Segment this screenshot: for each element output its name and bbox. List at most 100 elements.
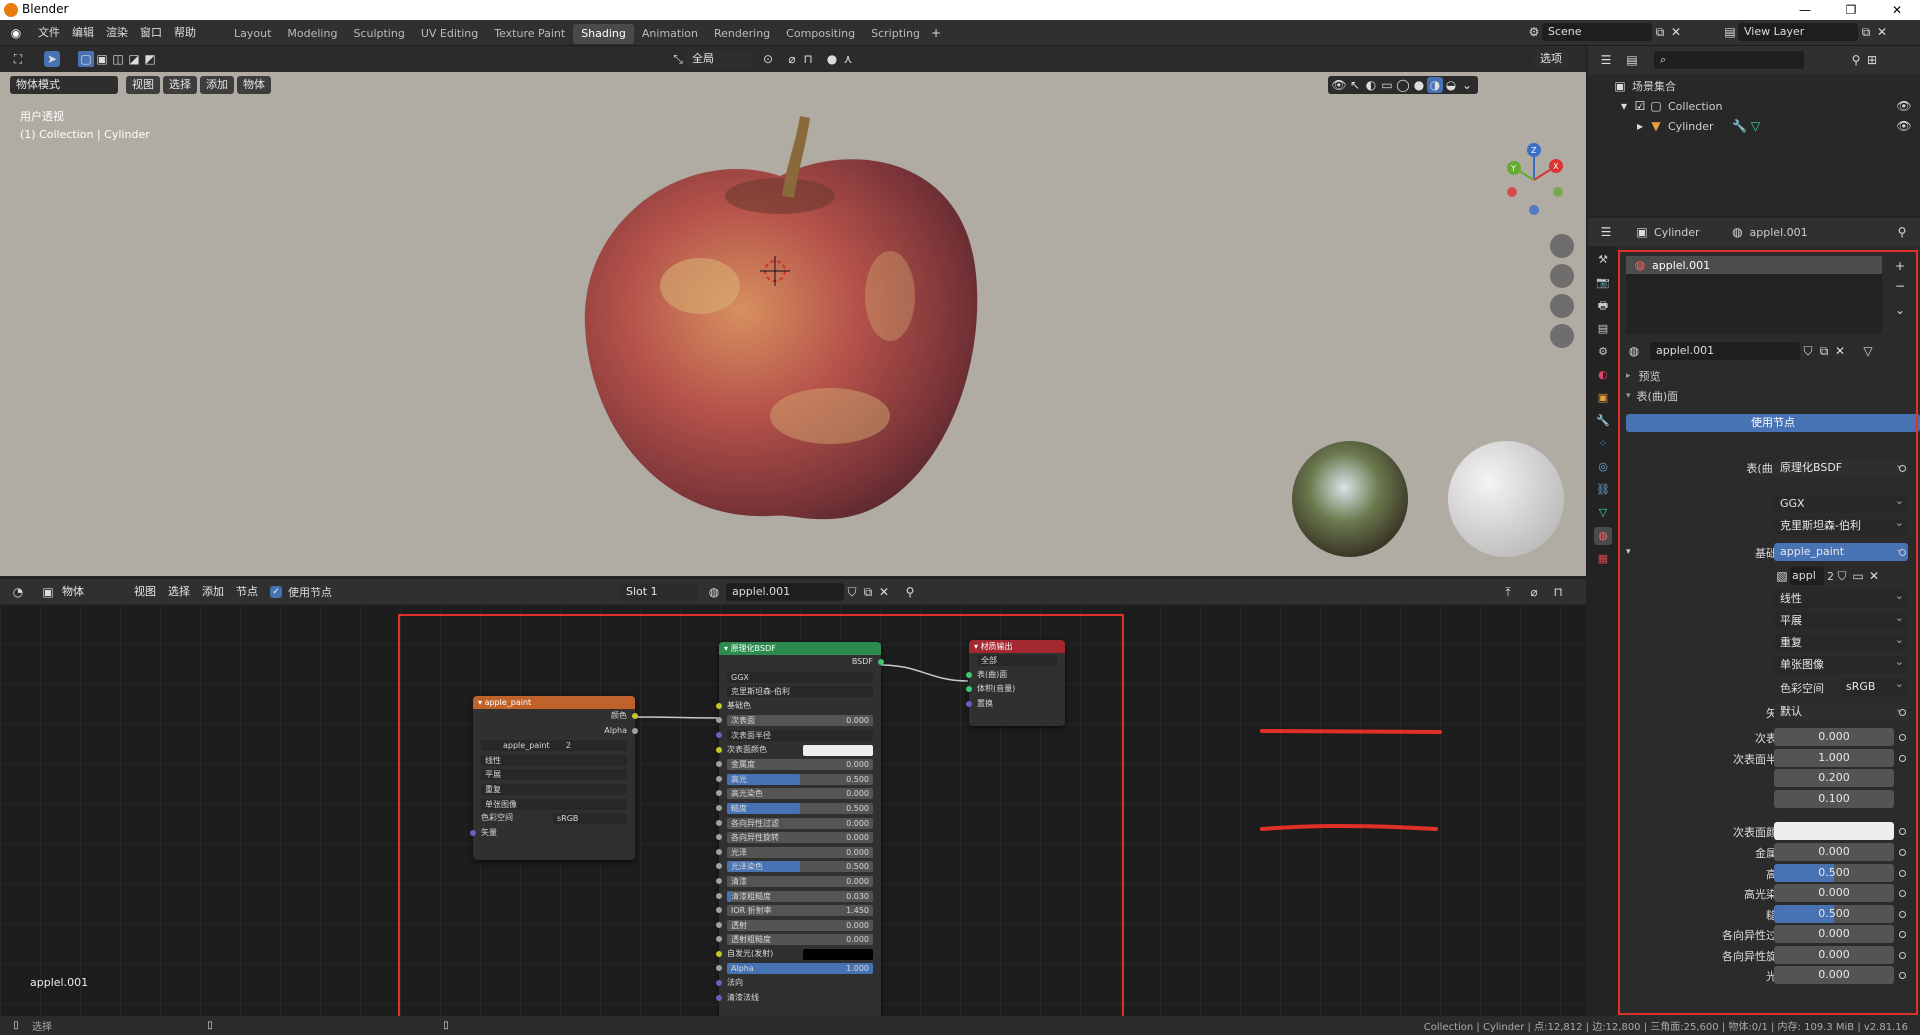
tool-tab-icon[interactable]: ⚒ xyxy=(1594,251,1612,269)
collection-visibility-icon[interactable]: 👁 xyxy=(1896,98,1912,114)
slot-dropdown[interactable]: Slot 1 xyxy=(620,583,698,601)
render-tab-icon[interactable]: 📷 xyxy=(1594,274,1612,292)
zoom-icon[interactable] xyxy=(1550,234,1574,258)
view-layer-tab-icon[interactable]: ▤ xyxy=(1594,320,1612,338)
select-mode-subtract-icon[interactable]: ◫ xyxy=(110,51,126,67)
world-tab-icon[interactable]: ◐ xyxy=(1594,366,1612,384)
rendered-shading-icon[interactable]: ◒ xyxy=(1443,77,1459,93)
node-editor-canvas[interactable]: ▾ apple_paint 颜色 Alpha apple_paint 2 线性 … xyxy=(0,604,1586,1034)
expand-arrow-icon[interactable]: ▾ xyxy=(1616,98,1632,114)
scene-selector[interactable]: ⚙ Scene ⧉ ✕ xyxy=(1526,23,1684,41)
tab-texture-paint[interactable]: Texture Paint xyxy=(486,24,573,44)
viewport-menu-add[interactable]: 添加 xyxy=(200,76,234,94)
node-menu-view[interactable]: 视图 xyxy=(128,583,162,601)
select-mode-extend-icon[interactable]: ▣ xyxy=(94,51,110,67)
node-menu-select[interactable]: 选择 xyxy=(162,583,196,601)
material-name-field[interactable]: applel.001 xyxy=(726,583,844,601)
outliner-object-row[interactable]: ▸ ▼ Cylinder 🔧 ▽ 👁 xyxy=(1632,118,1912,134)
exclude-checkbox[interactable]: ☑ xyxy=(1632,98,1648,114)
node-menu-node[interactable]: 节点 xyxy=(230,583,264,601)
tab-shading[interactable]: Shading xyxy=(573,24,634,44)
unlink-material-icon[interactable]: ✕ xyxy=(876,584,892,600)
blender-menu-icon[interactable]: ◉ xyxy=(8,25,24,41)
snap-node-icon[interactable]: ⊓ xyxy=(1550,584,1566,600)
pin-icon[interactable]: ⚲ xyxy=(902,584,918,600)
tab-animation[interactable]: Animation xyxy=(634,24,706,44)
shading-options-icon[interactable]: ⌄ xyxy=(1459,77,1475,93)
gizmo-toggle-icon[interactable]: ↖ xyxy=(1347,77,1363,93)
outliner-collection-row[interactable]: ▾ ☑ ▢ Collection 👁 xyxy=(1616,98,1912,114)
outliner-search-field[interactable]: ⌕ xyxy=(1654,51,1804,69)
add-workspace-icon[interactable]: + xyxy=(928,25,944,41)
delete-scene-icon[interactable]: ✕ xyxy=(1668,24,1684,40)
tab-compositing[interactable]: Compositing xyxy=(778,24,863,44)
tab-scripting[interactable]: Scripting xyxy=(863,24,928,44)
select-mode-new-icon[interactable]: ▢ xyxy=(78,51,94,67)
properties-editor-type-icon[interactable]: ☰ xyxy=(1598,224,1614,240)
select-tool-icon[interactable]: ➤ xyxy=(44,51,60,67)
orientation-dropdown[interactable]: 全局 xyxy=(686,50,752,68)
material-browse-icon[interactable]: ◍ xyxy=(706,584,722,600)
new-collection-icon[interactable]: ⊞ xyxy=(1864,52,1880,68)
view-layer-selector[interactable]: ▤ View Layer ⧉ ✕ xyxy=(1722,23,1890,41)
snapping-icon[interactable]: ⌀ xyxy=(1526,584,1542,600)
ortho-grid-icon[interactable] xyxy=(1550,324,1574,348)
object-expand-icon[interactable]: ▸ xyxy=(1632,118,1648,134)
visibility-icon[interactable]: 👁 xyxy=(1331,77,1347,93)
menu-help[interactable]: 帮助 xyxy=(168,20,202,46)
select-mode-intersect-icon[interactable]: ◩ xyxy=(142,51,158,67)
mode-dropdown[interactable]: 物体模式 xyxy=(10,76,118,94)
select-mode-invert-icon[interactable]: ◪ xyxy=(126,51,142,67)
tab-sculpting[interactable]: Sculpting xyxy=(345,24,412,44)
object-visibility-icon[interactable]: 👁 xyxy=(1896,118,1912,134)
parent-tree-icon[interactable]: ⤒ xyxy=(1500,584,1516,600)
solid-shading-icon[interactable]: ● xyxy=(1411,77,1427,93)
mesh-data-icon[interactable]: ▽ xyxy=(1748,118,1764,134)
editor-type-icon[interactable]: ⛶ xyxy=(10,51,26,67)
modifier-icon[interactable]: 🔧 xyxy=(1732,118,1748,134)
snap-icon[interactable]: ⌀ xyxy=(784,51,800,67)
properties-pin-icon[interactable]: ⚲ xyxy=(1894,224,1910,240)
maximize-button[interactable]: ❐ xyxy=(1828,0,1874,20)
options-dropdown[interactable]: 选项 xyxy=(1534,50,1568,68)
node-menu-add[interactable]: 添加 xyxy=(196,583,230,601)
tab-rendering[interactable]: Rendering xyxy=(706,24,778,44)
minimize-button[interactable]: — xyxy=(1782,0,1828,20)
physics-tab-icon[interactable]: ◎ xyxy=(1594,458,1612,476)
fake-user-icon[interactable]: ⛉ xyxy=(844,584,860,600)
pan-hand-icon[interactable] xyxy=(1550,264,1574,288)
particles-tab-icon[interactable]: ⁘ xyxy=(1594,435,1612,453)
object-tab-icon[interactable]: ▣ xyxy=(1594,389,1612,407)
viewport-3d[interactable]: Z X Y 用户透视 (1) Collection | Cylinder xyxy=(0,46,1586,576)
node-editor-type-icon[interactable]: ◔ xyxy=(10,584,26,600)
menu-render[interactable]: 渲染 xyxy=(100,20,134,46)
texture-tab-icon[interactable]: ▦ xyxy=(1594,550,1612,568)
wireframe-shading-icon[interactable]: ◯ xyxy=(1395,77,1411,93)
menu-file[interactable]: 文件 xyxy=(32,20,66,46)
delete-view-layer-icon[interactable]: ✕ xyxy=(1874,24,1890,40)
pivot-icon[interactable]: ⊙ xyxy=(760,51,776,67)
xray-icon[interactable]: ▭ xyxy=(1379,77,1395,93)
overlay-toggle-icon[interactable]: ◐ xyxy=(1363,77,1379,93)
view-layer-field[interactable]: View Layer xyxy=(1738,23,1858,41)
duplicate-material-icon[interactable]: ⧉ xyxy=(860,584,876,600)
snap-target-icon[interactable]: ⊓ xyxy=(800,51,816,67)
new-scene-icon[interactable]: ⧉ xyxy=(1652,24,1668,40)
viewport-menu-object[interactable]: 物体 xyxy=(237,76,271,94)
material-shading-icon[interactable]: ◑ xyxy=(1427,77,1443,93)
viewport-menu-select[interactable]: 选择 xyxy=(163,76,197,94)
output-tab-icon[interactable]: 🖶 xyxy=(1594,297,1612,315)
constraints-tab-icon[interactable]: ⛓ xyxy=(1594,481,1612,499)
transform-orientation[interactable]: ⤡ 全局 ⊙ ⌀ ⊓ ● ⋏ xyxy=(670,50,856,68)
filter-icon[interactable]: ⚲ xyxy=(1848,52,1864,68)
display-mode-icon[interactable]: ▤ xyxy=(1624,52,1640,68)
viewport-menu-view[interactable]: 视图 xyxy=(126,76,160,94)
tab-modeling[interactable]: Modeling xyxy=(279,24,345,44)
navigation-gizmo[interactable]: Z X Y xyxy=(1507,143,1563,215)
scene-tab-icon[interactable]: ⚙ xyxy=(1594,343,1612,361)
close-button[interactable]: ✕ xyxy=(1874,0,1920,20)
falloff-icon[interactable]: ⋏ xyxy=(840,51,856,67)
data-tab-icon[interactable]: ▽ xyxy=(1594,504,1612,522)
tab-uv-editing[interactable]: UV Editing xyxy=(413,24,486,44)
outliner-editor-type-icon[interactable]: ☰ xyxy=(1598,52,1614,68)
